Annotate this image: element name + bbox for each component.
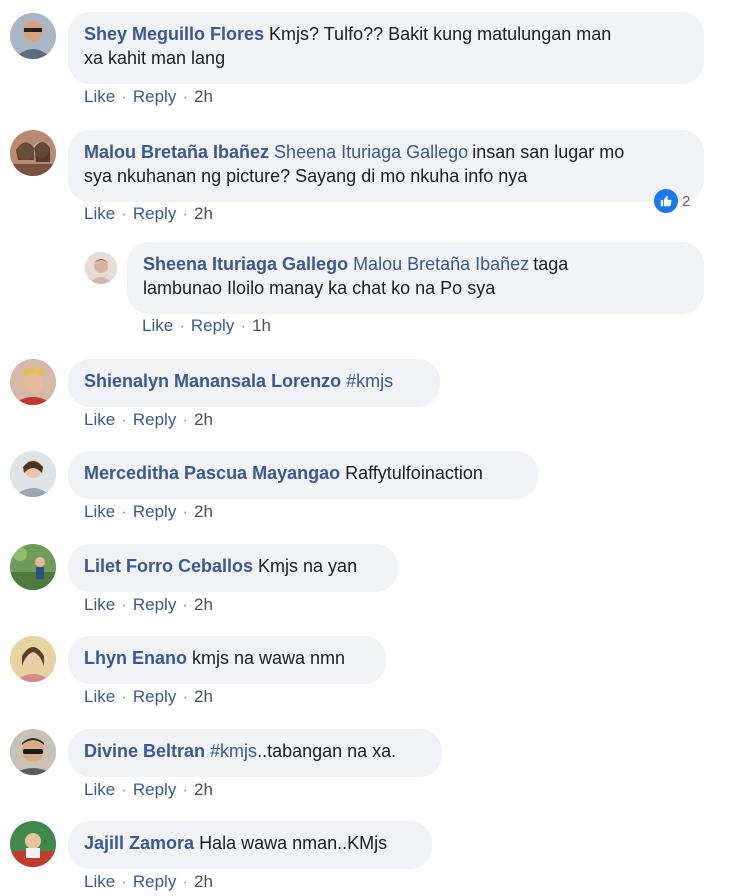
like-link[interactable]: Like: [84, 87, 115, 106]
avatar[interactable]: [10, 544, 56, 590]
separator-dot: ·: [240, 316, 246, 335]
separator-dot: ·: [121, 502, 127, 521]
hashtag-link[interactable]: #kmjs: [210, 741, 257, 761]
avatar[interactable]: [10, 359, 56, 405]
comment-bubble: Jajill Zamora Hala wawa nman..KMjs: [68, 821, 432, 869]
comment-text: Raffytulfoinaction: [345, 463, 483, 483]
separator-dot: ·: [182, 687, 188, 706]
comment-actions: Like · Reply · 2h: [84, 594, 213, 616]
timestamp[interactable]: 2h: [194, 410, 213, 429]
separator-dot: ·: [182, 595, 188, 614]
comment-bubble: Lhyn Enano kmjs na wawa nmn: [68, 636, 386, 684]
reaction-count: 2: [682, 192, 691, 210]
avatar[interactable]: [10, 130, 56, 176]
separator-dot: ·: [121, 872, 127, 891]
comment-actions: Like · Reply · 2h: [84, 871, 213, 893]
separator-dot: ·: [182, 872, 188, 891]
separator-dot: ·: [121, 687, 127, 706]
comment-author[interactable]: Lhyn Enano: [84, 648, 187, 668]
comment-author[interactable]: Jajill Zamora: [84, 833, 194, 853]
timestamp[interactable]: 2h: [194, 87, 213, 106]
like-link[interactable]: Like: [84, 687, 115, 706]
reply-link[interactable]: Reply: [133, 410, 176, 429]
timestamp[interactable]: 1h: [252, 316, 271, 335]
comment-text: Kmjs na yan: [258, 556, 358, 576]
timestamp[interactable]: 2h: [194, 204, 213, 223]
comment-bubble: Shey Meguillo Flores Kmjs? Tulfo?? Bakit …: [68, 12, 704, 84]
reply-bubble: Sheena Ituriaga Gallego Malou Bretaña Iba…: [127, 242, 704, 314]
comment-text: insan san lugar mo: [472, 142, 625, 162]
avatar[interactable]: [10, 636, 56, 682]
comment-actions: Like · Reply · 2h: [84, 409, 213, 431]
comment-actions: Like · Reply · 2h: [84, 86, 213, 108]
mention-link[interactable]: Sheena Ituriaga Gallego: [274, 142, 468, 162]
timestamp[interactable]: 2h: [194, 872, 213, 891]
comment-bubble: Shienalyn Manansala Lorenzo #kmjs: [68, 359, 440, 407]
separator-dot: ·: [182, 87, 188, 106]
comment-actions: Like · Reply · 2h: [84, 686, 213, 708]
separator-dot: ·: [179, 316, 185, 335]
comment-author[interactable]: Shienalyn Manansala Lorenzo: [84, 371, 341, 391]
separator-dot: ·: [121, 87, 127, 106]
reply-link[interactable]: Reply: [133, 595, 176, 614]
like-link[interactable]: Like: [84, 410, 115, 429]
comment-author[interactable]: Sheena Ituriaga Gallego: [143, 254, 348, 274]
comment-text: Hala wawa nman..KMjs: [199, 833, 388, 853]
comment-text: ..tabangan na xa.: [257, 741, 397, 761]
reply-link[interactable]: Reply: [133, 87, 176, 106]
comment-bubble: Divine Beltran #kmjs..tabangan na xa.: [68, 729, 442, 777]
separator-dot: ·: [182, 410, 188, 429]
comment-actions: Like · Reply · 2h: [84, 501, 213, 523]
comment-text-continued: sya nkuhanan ng picture? Sayang di mo nk…: [84, 166, 528, 186]
like-link[interactable]: Like: [84, 595, 115, 614]
avatar[interactable]: [10, 729, 56, 775]
comment-text-continued: xa kahit man lang: [84, 48, 226, 68]
hashtag-link[interactable]: #kmjs: [346, 371, 393, 391]
comment-bubble: Merceditha Pascua Mayangao Raffytulfoinac…: [68, 451, 538, 499]
comment-author[interactable]: Merceditha Pascua Mayangao: [84, 463, 340, 483]
reply-link[interactable]: Reply: [133, 872, 176, 891]
reply-link[interactable]: Reply: [133, 204, 176, 223]
separator-dot: ·: [182, 780, 188, 799]
timestamp[interactable]: 2h: [194, 502, 213, 521]
reply-link[interactable]: Reply: [191, 316, 234, 335]
like-thumb-icon: [654, 189, 678, 213]
like-link[interactable]: Like: [84, 204, 115, 223]
avatar[interactable]: [10, 451, 56, 497]
separator-dot: ·: [182, 204, 188, 223]
avatar[interactable]: [10, 821, 56, 867]
comment-author[interactable]: Malou Bretaña Ibañez: [84, 142, 269, 162]
separator-dot: ·: [182, 502, 188, 521]
comment-author[interactable]: Lilet Forro Ceballos: [84, 556, 253, 576]
like-link[interactable]: Like: [84, 502, 115, 521]
comment-text: kmjs na wawa nmn: [192, 648, 346, 668]
like-link[interactable]: Like: [84, 872, 115, 891]
comment-author[interactable]: Shey Meguillo Flores: [84, 24, 264, 44]
mention-link[interactable]: Malou Bretaña Ibañez: [353, 254, 529, 274]
separator-dot: ·: [121, 780, 127, 799]
reply-link[interactable]: Reply: [133, 687, 176, 706]
separator-dot: ·: [121, 410, 127, 429]
comment-actions: Like · Reply · 2h: [84, 779, 213, 801]
comment-bubble: Lilet Forro Ceballos Kmjs na yan: [68, 544, 398, 592]
comment-text-continued: lambunao Iloilo manay ka chat ko na Po s…: [143, 278, 496, 298]
comment-actions: Like · Reply · 1h: [142, 315, 271, 337]
separator-dot: ·: [121, 204, 127, 223]
reply-link[interactable]: Reply: [133, 780, 176, 799]
comment-actions: Like · Reply · 2h: [84, 203, 213, 225]
like-link[interactable]: Like: [142, 316, 173, 335]
reaction-summary[interactable]: 2: [654, 188, 690, 214]
timestamp[interactable]: 2h: [194, 687, 213, 706]
like-link[interactable]: Like: [84, 780, 115, 799]
separator-dot: ·: [121, 595, 127, 614]
comment-author[interactable]: Divine Beltran: [84, 741, 205, 761]
comment-text: taga: [533, 254, 569, 274]
comment-text: Kmjs? Tulfo?? Bakit kung matulungan man: [269, 24, 612, 44]
timestamp[interactable]: 2h: [194, 595, 213, 614]
avatar[interactable]: [85, 252, 117, 284]
timestamp[interactable]: 2h: [194, 780, 213, 799]
avatar[interactable]: [10, 13, 56, 59]
reply-link[interactable]: Reply: [133, 502, 176, 521]
comment-bubble: Malou Bretaña Ibañez Sheena Ituriaga Gall…: [68, 130, 704, 202]
